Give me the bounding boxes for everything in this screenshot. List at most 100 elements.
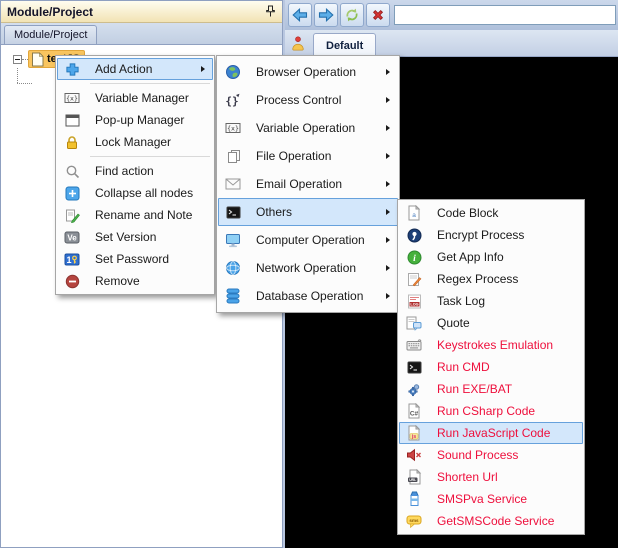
variable-box-icon: {x} [58, 91, 86, 105]
menu-item-computer-operation[interactable]: Computer Operation [218, 226, 398, 254]
stop-button[interactable] [366, 3, 390, 27]
menu-item-set-password[interactable]: 1Set Password [57, 248, 213, 270]
menu-item-label: Browser Operation [247, 65, 386, 79]
menu-item-find-action[interactable]: Find action [57, 160, 213, 182]
menu-item-run-javascript-code[interactable]: jsRun JavaScript Code [399, 422, 583, 444]
tree-connector [17, 68, 18, 83]
refresh-button[interactable] [340, 3, 364, 27]
bell-icon[interactable] [290, 35, 306, 52]
menu-item-set-version[interactable]: VeSet Version [57, 226, 213, 248]
svg-text:i: i [413, 254, 416, 264]
menu-item-process-control[interactable]: {}Process Control [218, 86, 398, 114]
menu-item-encrypt-process[interactable]: Encrypt Process [399, 224, 583, 246]
database-icon [219, 288, 247, 304]
tree-collapse-toggle[interactable] [13, 55, 22, 64]
magnifier-icon [58, 164, 86, 179]
sms-carton-icon [400, 491, 428, 507]
menu-item-variable-operation[interactable]: {x}Variable Operation [218, 114, 398, 142]
menu-item-label: Variable Operation [247, 121, 386, 135]
menu-item-label: SMSPva Service [428, 492, 582, 506]
submenu-arrow-icon [386, 209, 390, 215]
menu-item-network-operation[interactable]: Network Operation [218, 254, 398, 282]
svg-text:{x}: {x} [66, 94, 78, 102]
menu-item-label: Database Operation [247, 289, 386, 303]
menu-item-variable-manager[interactable]: {x} Variable Manager [57, 87, 213, 109]
svg-text:LOG: LOG [410, 302, 418, 306]
address-input[interactable] [394, 5, 616, 25]
forward-button[interactable] [314, 3, 338, 27]
submenu-arrow-icon [201, 66, 205, 72]
browser-tab-bar: Default [285, 30, 618, 57]
sms-bubble-icon: sms [400, 514, 428, 529]
arrow-right-icon [317, 7, 335, 23]
menu-item-label: Encrypt Process [428, 228, 582, 242]
others-submenu: aCode BlockEncrypt ProcessiGet App InfoR… [397, 199, 585, 535]
menu-item-task-log[interactable]: LOG Task Log [399, 290, 583, 312]
menu-item-label: Computer Operation [247, 233, 386, 247]
menu-item-remove[interactable]: Remove [57, 270, 213, 292]
menu-item-label: Find action [86, 164, 212, 178]
menu-item-label: Code Block [428, 206, 582, 220]
menu-item-label: Remove [86, 274, 212, 288]
menu-item-code-block[interactable]: a Code Block [399, 202, 583, 224]
menu-item-label: Sound Process [428, 448, 582, 462]
menu-item-pop-up-manager[interactable]: Pop-up Manager [57, 109, 213, 131]
submenu-arrow-icon [386, 181, 390, 187]
svg-text:a: a [412, 212, 416, 219]
menu-item-collapse-all-nodes[interactable]: Collapse all nodes [57, 182, 213, 204]
regex-doc-icon [400, 272, 428, 287]
menu-item-getsmscode-service[interactable]: smsGetSMSCode Service [399, 510, 583, 532]
menu-item-lock-manager[interactable]: Lock Manager [57, 131, 213, 153]
menu-item-file-operation[interactable]: File Operation [218, 142, 398, 170]
menu-item-rename-and-note[interactable]: Rename and Note [57, 204, 213, 226]
menu-item-label: Task Log [428, 294, 582, 308]
menu-item-regex-process[interactable]: Regex Process [399, 268, 583, 290]
menu-item-label: Run CMD [428, 360, 582, 374]
url-doc-icon: URL [400, 469, 428, 485]
menu-item-label: Add Action [86, 62, 201, 76]
menu-item-label: Run JavaScript Code [428, 426, 582, 440]
app-window: Module/Project Module/Project testJS [0, 0, 618, 548]
password-key-icon: 1 [58, 253, 86, 266]
app-info-icon: i [400, 250, 428, 265]
submenu-arrow-icon [386, 293, 390, 299]
menu-item-email-operation[interactable]: Email Operation [218, 170, 398, 198]
menu-item-run-cmd[interactable]: Run CMD [399, 356, 583, 378]
menu-item-get-app-info[interactable]: iGet App Info [399, 246, 583, 268]
panel-title: Module/Project [7, 5, 93, 19]
tab-module-project[interactable]: Module/Project [4, 25, 97, 44]
menu-separator [90, 156, 210, 157]
menu-item-label: Run EXE/BAT [428, 382, 582, 396]
svg-text:Ve: Ve [67, 233, 77, 242]
browser-tab-label: Default [326, 40, 363, 52]
back-button[interactable] [288, 3, 312, 27]
menu-item-smspva-service[interactable]: SMSPva Service [399, 488, 583, 510]
menu-item-others[interactable]: Others [218, 198, 398, 226]
add-plus-icon [58, 62, 86, 77]
menu-item-label: Variable Manager [86, 91, 212, 105]
menu-item-label: Keystrokes Emulation [428, 338, 582, 352]
panel-header: Module/Project [1, 1, 282, 23]
menu-item-label: Shorten Url [428, 470, 582, 484]
menu-item-label: Email Operation [247, 177, 386, 191]
menu-item-keystrokes-emulation[interactable]: Keystrokes Emulation [399, 334, 583, 356]
pushpin-icon[interactable] [265, 5, 276, 18]
arrow-left-icon [291, 7, 309, 23]
menu-item-sound-process[interactable]: Sound Process [399, 444, 583, 466]
svg-text:1: 1 [66, 255, 71, 265]
collapse-plus-icon [58, 186, 86, 201]
panel-tab-strip: Module/Project [1, 23, 282, 45]
menu-item-shorten-url[interactable]: URLShorten Url [399, 466, 583, 488]
menu-item-database-operation[interactable]: Database Operation [218, 282, 398, 310]
tab-default[interactable]: Default [313, 33, 376, 57]
task-log-icon: LOG [400, 294, 428, 309]
menu-item-run-csharp-code[interactable]: C#Run CSharp Code [399, 400, 583, 422]
project-page-icon [31, 52, 44, 67]
menu-item-browser-operation[interactable]: Browser Operation [218, 58, 398, 86]
variable-box-icon: {x} [219, 121, 247, 135]
menu-item-run-exe-bat[interactable]: Run EXE/BAT [399, 378, 583, 400]
menu-item-quote[interactable]: Quote [399, 312, 583, 334]
version-ve-icon: Ve [58, 231, 86, 244]
terminal-icon [400, 361, 428, 374]
menu-item-add-action[interactable]: Add Action [57, 58, 213, 80]
